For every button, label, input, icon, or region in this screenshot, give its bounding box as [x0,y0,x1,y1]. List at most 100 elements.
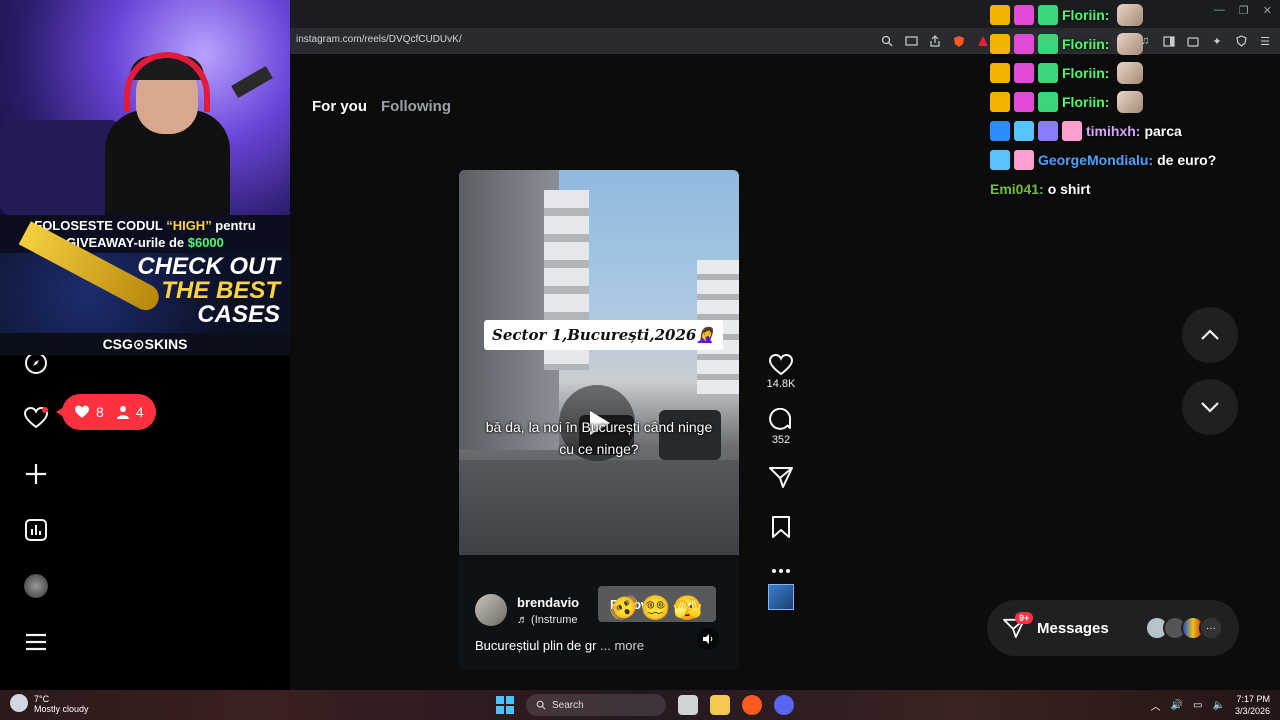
comment-icon [769,408,792,430]
chat-username[interactable]: timihxh: [1086,123,1140,139]
search-icon [536,700,546,710]
caption-line: cu ce ninge? [559,441,639,457]
follows-count: 4 [135,404,144,420]
chat-username[interactable]: Floriin: [1062,36,1109,52]
chat-emote-icon [1117,3,1144,26]
more-options-action[interactable] [771,568,791,574]
search-placeholder: Search [552,699,584,711]
messages-button[interactable]: 9+ Messages ··· [987,600,1239,656]
next-reel-button[interactable] [1182,379,1238,435]
video-road [459,460,739,560]
display-icon[interactable]: ▭ [1193,700,1202,711]
taskbar-apps: Search [496,694,794,716]
chat-message: Emi041: o shirt [990,174,1280,203]
taskbar-search[interactable]: Search [526,694,666,716]
promo-headline: CHECK OUT THE BEST CASES [137,255,280,327]
plus-icon [26,464,46,484]
more-avatars-icon: ··· [1199,616,1223,640]
chat-message: timihxh: parca [990,116,1280,145]
invader-badge-icon [1014,4,1034,25]
crown-badge-icon [990,33,1010,54]
chevron-up-icon[interactable]: ︿ [1151,698,1161,713]
windows-taskbar: 7°C Mostly cloudy Search ︿ 🔊 ▭ 🔈 7:17 PM… [0,690,1280,720]
crown-badge-icon [990,149,1010,170]
cast-icon[interactable] [902,32,920,50]
gift-badge-icon [1038,120,1058,141]
gift-badge-icon [1038,91,1058,112]
invader-badge-icon [1014,91,1034,112]
chat-username[interactable]: Emi041: [990,181,1044,197]
comment-count: 352 [771,434,791,446]
reel-emoji-sticker: 🫨😵‍💫🫣 [609,595,705,622]
time: 7:17 PM [1236,694,1270,704]
chat-username[interactable]: GeorgeMondialu: [1038,152,1153,168]
headline-line: CHECK OUT [137,253,280,280]
gift-badge-icon [1038,4,1058,25]
address-bar-actions [878,32,992,50]
reel-description: Bucureștiul plin de gr ... more [475,638,644,653]
weather-widget[interactable]: 7°C Mostly cloudy [10,694,89,714]
avatar [24,574,48,598]
gift-badge-icon [1062,120,1082,141]
chat-username[interactable]: Floriin: [1062,65,1109,81]
speaker-icon[interactable]: 🔊 [1171,700,1183,711]
microphone-icon [231,65,273,99]
zoom-icon[interactable] [878,32,896,50]
message-avatars: ··· [1145,616,1223,640]
chevron-up-icon [1201,329,1219,340]
sidebar-item-dashboard[interactable] [22,516,50,544]
gift-badge-icon [1038,62,1058,83]
crown-badge-icon [990,62,1010,83]
windows-start-icon[interactable] [496,696,514,714]
reel-caption-overlay: bă da, la noi în București când ninge cu… [469,416,729,460]
brave-browser-icon[interactable] [742,695,762,715]
messages-badge: 9+ [1015,612,1034,624]
brave-shield-icon[interactable] [950,32,968,50]
audio-label[interactable]: ♬ (Instrume [517,614,579,626]
chevron-down-icon [1201,402,1219,413]
streamer-webcam [0,0,290,215]
promo-text: pentru [211,218,256,233]
url-text[interactable]: instagram.com/reels/DVQcfCUDUvK/ [296,34,462,45]
sidebar-item-profile[interactable] [22,572,50,600]
likes-count: 8 [96,404,104,420]
promo-amount: $6000 [187,235,224,250]
chat-username[interactable]: Floriin: [1062,7,1109,23]
volume-button[interactable] [697,628,719,650]
chat-emote-icon [1117,32,1144,55]
temperature: 7°C [34,694,50,704]
chat-emote-icon [1117,61,1144,84]
save-action[interactable] [771,516,791,538]
more-link[interactable]: ... more [600,638,644,653]
user-icon [116,406,129,419]
gift-badge-icon [1038,33,1058,54]
hamburger-icon [26,633,46,651]
feed-tabs: For you Following [312,98,451,115]
sidebar-item-more[interactable] [22,628,50,656]
share-action[interactable] [769,466,793,488]
system-tray: ︿ 🔊 ▭ 🔈 7:17 PM 3/3/2026 [1151,693,1270,717]
share-icon[interactable] [926,32,944,50]
sidebar-item-notifications[interactable] [22,404,50,432]
chat-username[interactable]: Floriin: [1062,94,1109,110]
discord-icon[interactable] [774,695,794,715]
reel-video[interactable]: Sector 1,București,2026🤦‍♀️ bă da, la no… [459,170,739,670]
author-avatar[interactable] [475,594,507,626]
crown-badge-icon [990,120,1010,141]
tab-following[interactable]: Following [381,98,451,115]
comment-action[interactable]: 352 [769,408,793,446]
heart-icon [769,354,793,376]
audio-thumbnail[interactable] [768,584,794,610]
author-name[interactable]: brendavio [517,595,579,610]
like-action[interactable]: 14.8K [767,354,795,390]
file-explorer-icon[interactable] [710,695,730,715]
task-view-icon[interactable] [678,695,698,715]
tab-for-you[interactable]: For you [312,98,367,115]
clock[interactable]: 7:17 PM 3/3/2026 [1235,693,1270,717]
notification-popup[interactable]: 8 4 [56,394,156,430]
bookmark-icon [772,516,790,538]
heart-icon [75,405,89,418]
previous-reel-button[interactable] [1182,307,1238,363]
volume-icon[interactable]: 🔈 [1213,700,1225,711]
sidebar-item-create[interactable] [22,460,50,488]
